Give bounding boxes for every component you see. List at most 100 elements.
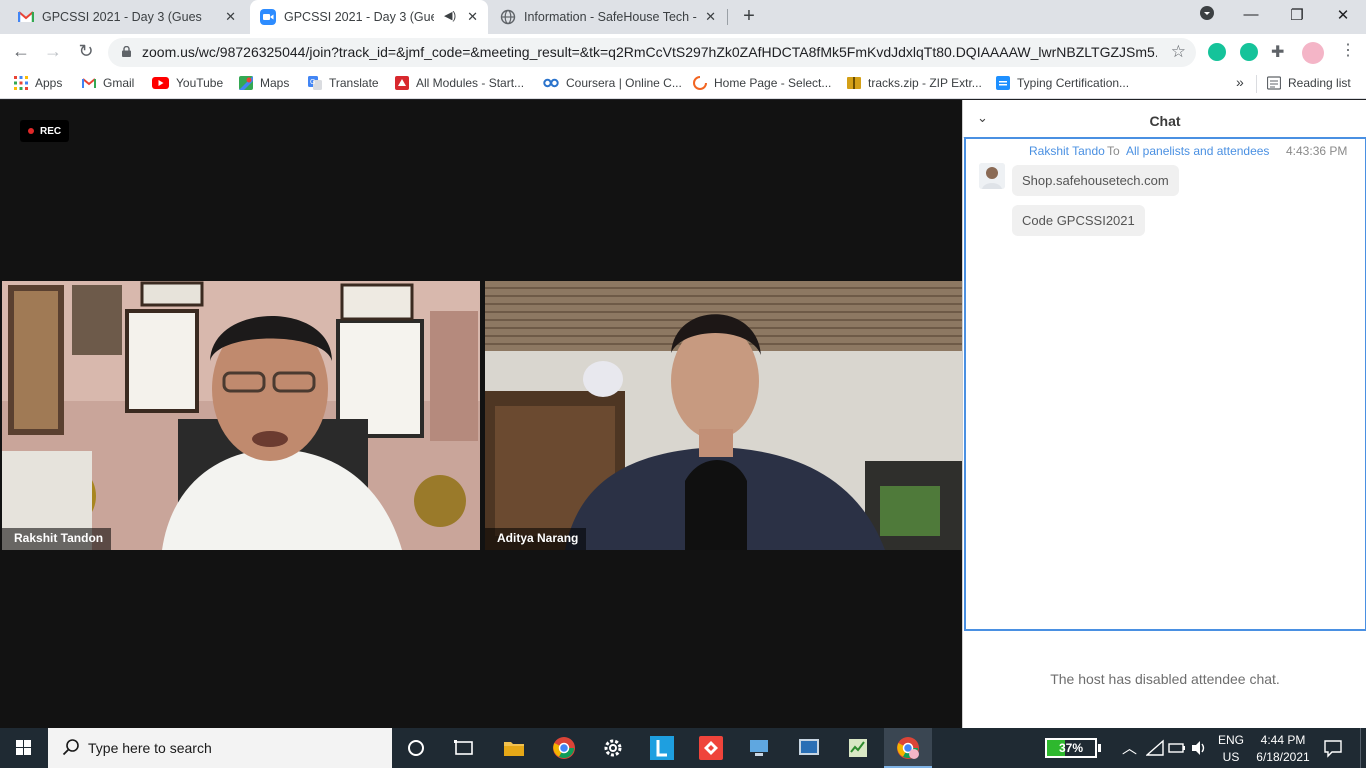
language-code: ENG [1218,733,1245,747]
grammarly-extension-icon-2[interactable] [1240,43,1258,61]
select-icon [693,76,707,90]
chat-message-list[interactable]: Rakshit Tandon To All panelists and atte… [964,137,1366,631]
forward-button[interactable]: → [42,41,64,62]
profile-menu-icon[interactable] [1196,6,1218,24]
close-tab-icon[interactable]: ✕ [467,9,478,25]
system-tool-icon[interactable] [797,736,821,760]
profile-avatar[interactable] [1302,42,1324,64]
reload-button[interactable]: ↻ [75,41,97,62]
bookmark-label: Translate [329,76,379,90]
gmail-icon [18,11,34,22]
globe-icon [500,9,516,25]
typing-icon [996,76,1010,90]
chrome-menu-icon[interactable]: ⋮ [1340,40,1356,60]
message-recipients[interactable]: All panelists and attendees [1126,144,1269,158]
battery-tip [1098,744,1101,752]
search-icon [62,739,79,756]
tab-safehouse-information[interactable]: Information - SafeHouse Tech - Cart ✕ [490,0,726,34]
address-bar[interactable]: zoom.us/wc/98726325044/join?track_id=&jm… [108,38,1196,67]
message-to-label: To [1107,144,1120,158]
close-tab-icon[interactable]: ✕ [225,9,236,25]
bookmarks-bar: Apps Gmail YouTube Maps G Translate All … [0,70,1366,99]
participant-name-label: Aditya Narang [485,528,587,550]
bookmark-label: Home Page - Select... [714,76,832,90]
bookmark-translate[interactable]: G Translate [308,76,379,90]
bookmark-label: YouTube [176,76,224,90]
message-sender[interactable]: Rakshit Tandon [1029,144,1105,158]
anydesk-icon[interactable] [699,736,723,760]
close-window-button[interactable]: ✕ [1332,6,1354,24]
reading-list-button[interactable]: Reading list [1267,76,1351,90]
bookmark-label: Maps [260,76,290,90]
zoom-icon [260,9,276,25]
task-view-icon[interactable] [452,736,476,760]
zip-icon [847,77,861,89]
cortana-icon[interactable] [404,736,428,760]
region-code: US [1222,750,1240,764]
message-timestamp: 4:43:36 PM [1286,144,1348,158]
input-language-indicator[interactable]: ENG US [1218,733,1244,768]
bookmark-apps[interactable]: Apps [14,76,62,90]
bookmark-typing-certification[interactable]: Typing Certification... [996,76,1129,90]
modules-icon [395,76,409,90]
taskbar-search-box[interactable]: Type here to search [48,728,392,768]
wifi-icon[interactable] [1146,739,1164,757]
restore-button[interactable]: ❐ [1286,6,1308,24]
apps-grid-icon [14,76,28,90]
bookmarks-divider [1256,75,1257,93]
chrome-profile-icon [897,737,919,759]
volume-icon[interactable] [1190,739,1208,757]
coursera-icon [543,78,559,88]
remote-desktop-icon[interactable] [748,736,772,760]
gmail-icon [82,78,96,88]
bookmarks-overflow-button[interactable]: » [1236,74,1244,90]
active-taskbar-app[interactable] [884,728,932,768]
show-desktop-button[interactable] [1360,728,1366,768]
chat-footer: The host has disabled attendee chat. [963,631,1366,728]
back-button[interactable]: ← [10,41,32,62]
minimize-button[interactable]: — [1240,6,1262,23]
clock[interactable]: 4:44 PM 6/18/2021 [1252,733,1314,768]
task-manager-icon[interactable] [846,736,870,760]
meeting-video-area: REC Rakshit Tandon Aditya Narang [0,100,962,728]
participant-video-feed [485,281,962,550]
tab-title: GPCSSI 2021 - Day 3 (Guest Speaker [284,10,434,24]
bookmark-star-icon[interactable]: ☆ [1171,42,1186,62]
grammarly-extension-icon[interactable] [1208,43,1226,61]
chat-message[interactable]: Shop.safehousetech.com [1012,165,1179,196]
audio-playing-icon[interactable]: ◀) [444,9,456,22]
start-button[interactable] [0,728,48,768]
bookmark-label: Coursera | Online C... [566,76,682,90]
close-tab-icon[interactable]: ✕ [705,9,716,25]
bookmark-youtube[interactable]: YouTube [152,76,223,90]
new-tab-button[interactable]: + [738,5,760,28]
learning-app-icon[interactable] [650,736,674,760]
bookmark-all-modules[interactable]: All Modules - Start... [395,76,524,90]
lock-icon[interactable] [122,46,131,57]
bookmark-label: Typing Certification... [1017,76,1130,90]
settings-gear-icon[interactable] [601,736,625,760]
chrome-icon[interactable] [552,736,576,760]
bookmark-label: Gmail [103,76,135,90]
chevron-down-circle-icon [1200,6,1214,20]
extensions-puzzle-icon[interactable]: ✚ [1271,42,1284,62]
windows-taskbar: Type here to search 37% ︿ ENG US 4:44 PM [0,728,1366,768]
sender-avatar [979,163,1005,189]
tab-divider [727,9,728,25]
participant-video-tile[interactable]: Rakshit Tandon [2,281,480,550]
chat-message[interactable]: Code GPCSSI2021 [1012,205,1145,236]
bookmark-tracks-zip[interactable]: tracks.zip - ZIP Extr... [847,76,982,90]
bookmark-coursera[interactable]: Coursera | Online C... [543,76,682,90]
file-explorer-icon[interactable] [502,736,526,760]
notification-center-icon[interactable] [1323,738,1343,758]
tab-gpcssi-zoom[interactable]: GPCSSI 2021 - Day 3 (Guest Speaker ◀) ✕ [250,0,488,34]
tab-gpcssi-gmail[interactable]: GPCSSI 2021 - Day 3 (Guest Speaker ✕ [8,0,246,34]
clock-date: 6/18/2021 [1256,750,1310,764]
bookmark-gmail[interactable]: Gmail [82,76,134,90]
chevron-up-icon[interactable]: ︿ [1122,737,1137,768]
bookmark-maps[interactable]: Maps [239,76,289,90]
battery-indicator[interactable]: 37% [1045,738,1101,758]
battery-tray-icon[interactable] [1168,740,1186,756]
bookmark-home-page[interactable]: Home Page - Select... [693,76,831,90]
participant-video-tile[interactable]: Aditya Narang [485,281,962,550]
